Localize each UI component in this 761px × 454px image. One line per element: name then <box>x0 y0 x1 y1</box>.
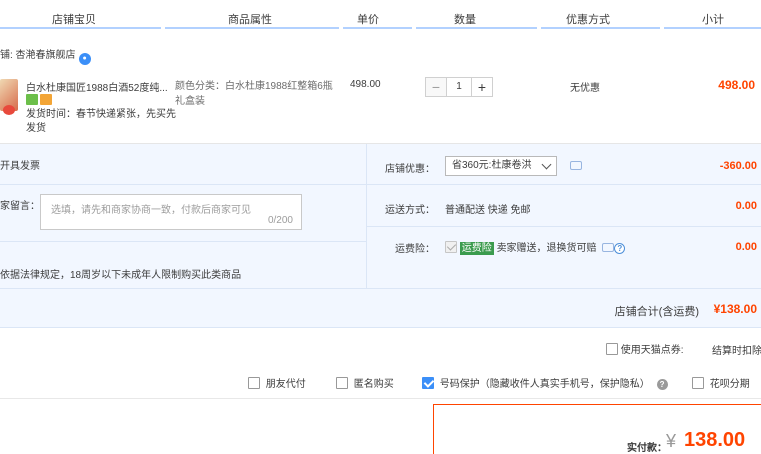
product-attributes: 颜色分类：白水杜康1988红整箱6瓶礼盒装 <box>175 81 333 107</box>
pay-currency: ¥ <box>666 431 677 451</box>
insurance-amount: 0.00 <box>735 241 757 253</box>
shop-name-row: 铺: 杏滟春旗舰店 ● <box>0 46 91 65</box>
tmall-points-option: 使用天猫点券: <box>606 341 684 356</box>
anonymous-label: 匿名购买 <box>353 379 394 390</box>
pay-label: 实付款： <box>627 443 667 454</box>
huabei-label: 花呗分期 <box>709 379 750 390</box>
col-quantity: 数量 <box>454 14 476 26</box>
delivery-note: 发货时间：春节快递紧张，先买先 发货 <box>26 108 176 136</box>
insurance-option: 运费险 卖家赠送，退换货可赔 ? <box>445 239 626 255</box>
unit-price: 498.00 <box>350 79 381 90</box>
anonymous-option: 匿名购买 <box>336 375 394 390</box>
col-shop-item: 店铺宝贝 <box>52 14 96 26</box>
col-subtotal: 小计 <box>702 14 724 26</box>
tmall-points-label: 使用天猫点券: <box>620 345 684 356</box>
divider <box>0 398 761 399</box>
number-protect-checkbox[interactable] <box>422 377 434 389</box>
header-divider <box>343 27 412 29</box>
chat-icon[interactable] <box>602 243 615 252</box>
shipping-amount: 0.00 <box>735 200 757 212</box>
memo-placeholder: 选填，请先和商家协商一致，付款后商家可见 <box>51 205 251 216</box>
huabei-checkbox[interactable] <box>692 377 704 389</box>
header-divider <box>664 27 761 29</box>
invoice-label[interactable]: 开具发票 <box>0 157 40 172</box>
shipping-label: 运送方式： <box>385 205 435 216</box>
cart-header: 店铺宝贝 商品属性 单价 数量 优惠方式 小计 <box>0 0 761 30</box>
header-divider <box>0 27 161 29</box>
payment-summary: 实付款： ¥ 138.00 <box>433 404 761 454</box>
shop-total-label: 店铺合计(含运费) <box>614 306 699 318</box>
number-protect-option: 号码保护（隐藏收件人真实手机号，保护隐私） ? <box>422 375 668 390</box>
item-subtotal: 498.00 <box>718 78 755 92</box>
increase-quantity-button[interactable]: + <box>471 77 493 97</box>
header-divider <box>416 27 537 29</box>
col-attributes: 商品属性 <box>228 14 272 26</box>
col-discount: 优惠方式 <box>566 14 610 26</box>
anonymous-checkbox[interactable] <box>336 377 348 389</box>
discount-method: 无优惠 <box>570 83 600 94</box>
divider <box>367 184 761 185</box>
insurance-text: 卖家赠送，退换货可赔 <box>496 243 597 254</box>
coupon-selected-value: 省360元:杜康卷洪 <box>452 160 532 171</box>
divider <box>0 241 366 242</box>
chevron-down-icon <box>541 159 552 170</box>
friend-pay-option: 朋友代付 <box>248 375 306 390</box>
quantity-input[interactable]: 1 <box>447 77 471 97</box>
chat-icon[interactable] <box>570 161 582 170</box>
wangwang-chat-icon[interactable]: ● <box>78 53 91 65</box>
order-service-panel: 开具发票 家留言： 选填，请先和商家协商一致，付款后商家可见 0/200 依据法… <box>0 144 761 288</box>
insurance-checkbox[interactable] <box>445 241 457 253</box>
decrease-quantity-button[interactable]: − <box>425 77 447 97</box>
product-thumbnail-seal <box>3 105 15 115</box>
header-divider <box>541 27 660 29</box>
card-badge-icon <box>40 94 52 105</box>
shop-name[interactable]: 铺: 杏滟春旗舰店 <box>0 50 76 61</box>
green-badge-icon <box>26 94 38 105</box>
friend-pay-label: 朋友代付 <box>265 379 306 390</box>
pay-amount: 138.00 <box>684 429 746 451</box>
seller-memo-textarea[interactable]: 选填，请先和商家协商一致，付款后商家可见 0/200 <box>40 194 302 230</box>
product-title[interactable]: 白水杜康国匠1988白酒52度纯... <box>26 79 168 94</box>
buyer-options: 开具发票 家留言： 选填，请先和商家协商一致，付款后商家可见 0/200 依据法… <box>0 144 367 288</box>
insurance-tag: 运费险 <box>459 242 494 255</box>
coupon-amount: -360.00 <box>719 160 757 172</box>
shipping-method: 普通配送 快递 免邮 <box>445 205 531 216</box>
help-icon[interactable]: ? <box>614 243 626 254</box>
divider <box>367 226 761 227</box>
memo-char-count: 0/200 <box>267 215 293 226</box>
shop-total-row: 店铺合计(含运费) ¥138.00 <box>0 288 761 328</box>
friend-pay-checkbox[interactable] <box>248 377 260 389</box>
cart-item-row: 白水杜康国匠1988白酒52度纯... 发货时间：春节快递紧张，先买先 发货 颜… <box>0 69 761 144</box>
help-icon[interactable]: ? <box>656 379 668 390</box>
insurance-label: 运费险： <box>395 244 435 255</box>
settle-note: 结算时扣除 <box>712 346 761 357</box>
divider <box>0 184 366 185</box>
product-badges <box>26 94 54 108</box>
number-protect-label: 号码保护（隐藏收件人真实手机号，保护隐私） <box>439 379 650 390</box>
tmall-points-checkbox[interactable] <box>606 343 618 355</box>
huabei-option: 花呗分期 <box>692 375 750 390</box>
col-unit-price: 单价 <box>357 14 379 26</box>
coupon-label: 店铺优惠： <box>385 164 435 175</box>
legal-notice: 依据法律规定，18周岁以下未成年人限制购买此类商品 <box>0 270 242 281</box>
coupon-select[interactable]: 省360元:杜康卷洪 <box>445 156 557 176</box>
delivery-line: 发货时间：春节快递紧张，先买先 <box>26 109 176 120</box>
shop-total-amount: ¥138.00 <box>713 302 757 316</box>
delivery-line: 发货 <box>26 123 46 134</box>
memo-label: 家留言： <box>0 201 40 212</box>
shop-fees: 店铺优惠： 省360元:杜康卷洪 -360.00 运送方式： 普通配送 快递 免… <box>367 144 761 288</box>
quantity-stepper: − 1 + <box>425 77 493 97</box>
header-divider <box>165 27 339 29</box>
